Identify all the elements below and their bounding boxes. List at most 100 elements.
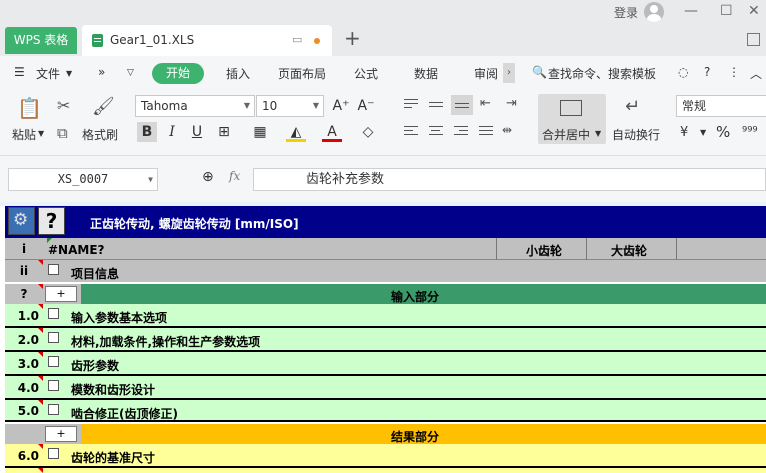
section-checkbox[interactable]: [48, 448, 59, 459]
clear-format-icon[interactable]: ◇: [358, 122, 378, 142]
result-section-bar[interactable]: + 结果部分: [5, 424, 766, 444]
thousands-icon[interactable]: ⁹⁹⁹: [742, 125, 758, 140]
section-checkbox[interactable]: [48, 308, 59, 319]
list-item[interactable]: 4.0 模数和齿形设计: [5, 376, 766, 400]
merge-center-button[interactable]: 合并居中 ▼: [538, 94, 606, 144]
currency-icon[interactable]: ¥: [680, 125, 688, 140]
help-button[interactable]: ?: [38, 207, 65, 235]
font-name-select[interactable]: Tahoma ▼: [135, 95, 255, 117]
monitor-icon[interactable]: ▭: [292, 33, 302, 46]
border-icon[interactable]: ⊞: [214, 122, 234, 142]
comment-marker: [38, 444, 43, 449]
close-icon[interactable]: ✕: [748, 3, 760, 19]
align-bottom-icon[interactable]: [451, 95, 473, 115]
fill-color-icon[interactable]: ◭: [286, 122, 306, 142]
tab-data[interactable]: 数据: [414, 65, 438, 82]
cut-icon[interactable]: ✂: [57, 96, 70, 115]
file-dropdown-icon[interactable]: ▼: [66, 69, 72, 78]
list-item[interactable]: 1.0 输入参数基本选项: [5, 304, 766, 328]
file-tab[interactable]: Gear1_01.XLS ▭: [82, 25, 332, 56]
distributed-icon[interactable]: ⇹: [502, 123, 512, 137]
customize-dropdown-icon[interactable]: ▽: [127, 68, 134, 78]
paste-dropdown-icon[interactable]: ▼: [38, 129, 44, 138]
percent-icon[interactable]: %: [716, 123, 730, 141]
align-middle-icon[interactable]: [429, 99, 443, 111]
gear-logo-icon[interactable]: [8, 207, 35, 235]
increase-indent-icon[interactable]: ⇥: [506, 96, 517, 111]
expand-input-button[interactable]: +: [45, 286, 77, 302]
name-box[interactable]: XS_0007 ▼: [8, 168, 158, 191]
font-color-icon[interactable]: A: [322, 122, 342, 142]
minimize-icon[interactable]: —: [684, 3, 698, 19]
more-chevron-icon[interactable]: »: [98, 65, 105, 79]
align-center-icon[interactable]: [429, 126, 443, 138]
cell-style-icon[interactable]: ▦: [250, 122, 270, 142]
paste-icon[interactable]: 📋: [17, 96, 42, 120]
number-format-select[interactable]: 常规: [676, 95, 766, 117]
tab-page-layout[interactable]: 页面布局: [278, 65, 326, 82]
justify-icon[interactable]: [479, 126, 493, 138]
list-item[interactable]: 3.0 齿形参数: [5, 352, 766, 376]
menu-file[interactable]: 文件: [36, 65, 60, 82]
merge-icon: [560, 100, 582, 116]
sidebar-toggle-icon[interactable]: [747, 33, 760, 46]
input-section-bar[interactable]: ? + 输入部分: [5, 284, 766, 304]
help-icon[interactable]: ?: [704, 65, 710, 79]
zoom-formula-icon[interactable]: ⊕: [202, 169, 214, 185]
maximize-icon[interactable]: ☐: [720, 3, 733, 19]
wps-app-tab[interactable]: WPS 表格: [5, 27, 77, 54]
list-item[interactable]: [5, 468, 766, 473]
hamburger-icon[interactable]: ☰: [14, 65, 25, 79]
menu-scroll-right-icon[interactable]: ›: [503, 63, 515, 83]
italic-button[interactable]: I: [162, 122, 182, 142]
list-item[interactable]: 5.0 啮合修正(齿顶修正): [5, 400, 766, 422]
align-top-icon[interactable]: [404, 99, 418, 111]
tab-insert[interactable]: 插入: [226, 65, 250, 82]
tab-formula[interactable]: 公式: [354, 65, 378, 82]
bold-button[interactable]: B: [137, 122, 157, 142]
collapse-ribbon-icon[interactable]: ︿: [750, 65, 762, 82]
list-item[interactable]: 2.0 材料,加载条件,操作和生产参数选项: [5, 328, 766, 352]
align-right-icon[interactable]: [454, 126, 468, 138]
chevron-down-icon[interactable]: ▼: [700, 128, 706, 137]
list-item[interactable]: 6.0 齿轮的基准尺寸: [5, 444, 766, 468]
worksheet-grid[interactable]: ? 正齿轮传动, 螺旋齿轮传动 [mm/ISO] i #NAME? 小齿轮 大齿…: [0, 202, 766, 473]
row-index: 5.0: [17, 404, 39, 418]
format-painter-button[interactable]: 格式刷: [82, 126, 118, 143]
tab-home[interactable]: 开始: [152, 63, 204, 84]
wrap-text-icon[interactable]: ↵: [625, 96, 640, 117]
new-tab-plus-icon[interactable]: +: [344, 26, 361, 50]
chevron-down-icon: ▼: [595, 129, 602, 138]
align-left-icon[interactable]: [404, 126, 418, 138]
font-size-select[interactable]: 10 ▼: [256, 95, 324, 117]
fx-icon[interactable]: fx: [229, 169, 240, 183]
increase-font-icon[interactable]: A⁺: [331, 96, 351, 116]
expand-result-button[interactable]: +: [45, 426, 77, 442]
comment-marker: [38, 260, 43, 265]
section-checkbox[interactable]: [48, 356, 59, 367]
formula-input[interactable]: 齿轮补充参数: [253, 168, 766, 191]
search-icon[interactable]: 🔍: [532, 65, 547, 79]
row-label: 啮合修正(齿顶修正): [71, 407, 178, 421]
more-icon[interactable]: ⋮: [728, 65, 740, 79]
number-format-value: 常规: [682, 99, 707, 113]
comment-icon[interactable]: ◌: [678, 65, 688, 79]
name-error-cell[interactable]: #NAME?: [48, 243, 104, 257]
section-checkbox[interactable]: [48, 264, 59, 275]
decrease-font-icon[interactable]: A⁻: [356, 96, 376, 116]
decrease-indent-icon[interactable]: ⇤: [480, 96, 491, 111]
section-checkbox[interactable]: [48, 380, 59, 391]
avatar-icon[interactable]: [644, 2, 664, 22]
format-painter-icon[interactable]: 🖌: [92, 96, 115, 117]
underline-button[interactable]: U: [187, 122, 207, 142]
section-checkbox[interactable]: [48, 404, 59, 415]
copy-icon[interactable]: ⧉: [57, 124, 68, 142]
project-info-row[interactable]: ii 项目信息: [5, 260, 766, 282]
tab-review[interactable]: 审阅: [474, 65, 498, 82]
command-search[interactable]: 查找命令、搜索模板: [548, 65, 656, 82]
section-checkbox[interactable]: [48, 332, 59, 343]
result-section-title: 结果部分: [391, 430, 440, 444]
paste-button[interactable]: 粘贴: [12, 126, 36, 143]
login-link[interactable]: 登录: [614, 4, 638, 21]
wrap-text-button[interactable]: 自动换行: [612, 126, 660, 143]
